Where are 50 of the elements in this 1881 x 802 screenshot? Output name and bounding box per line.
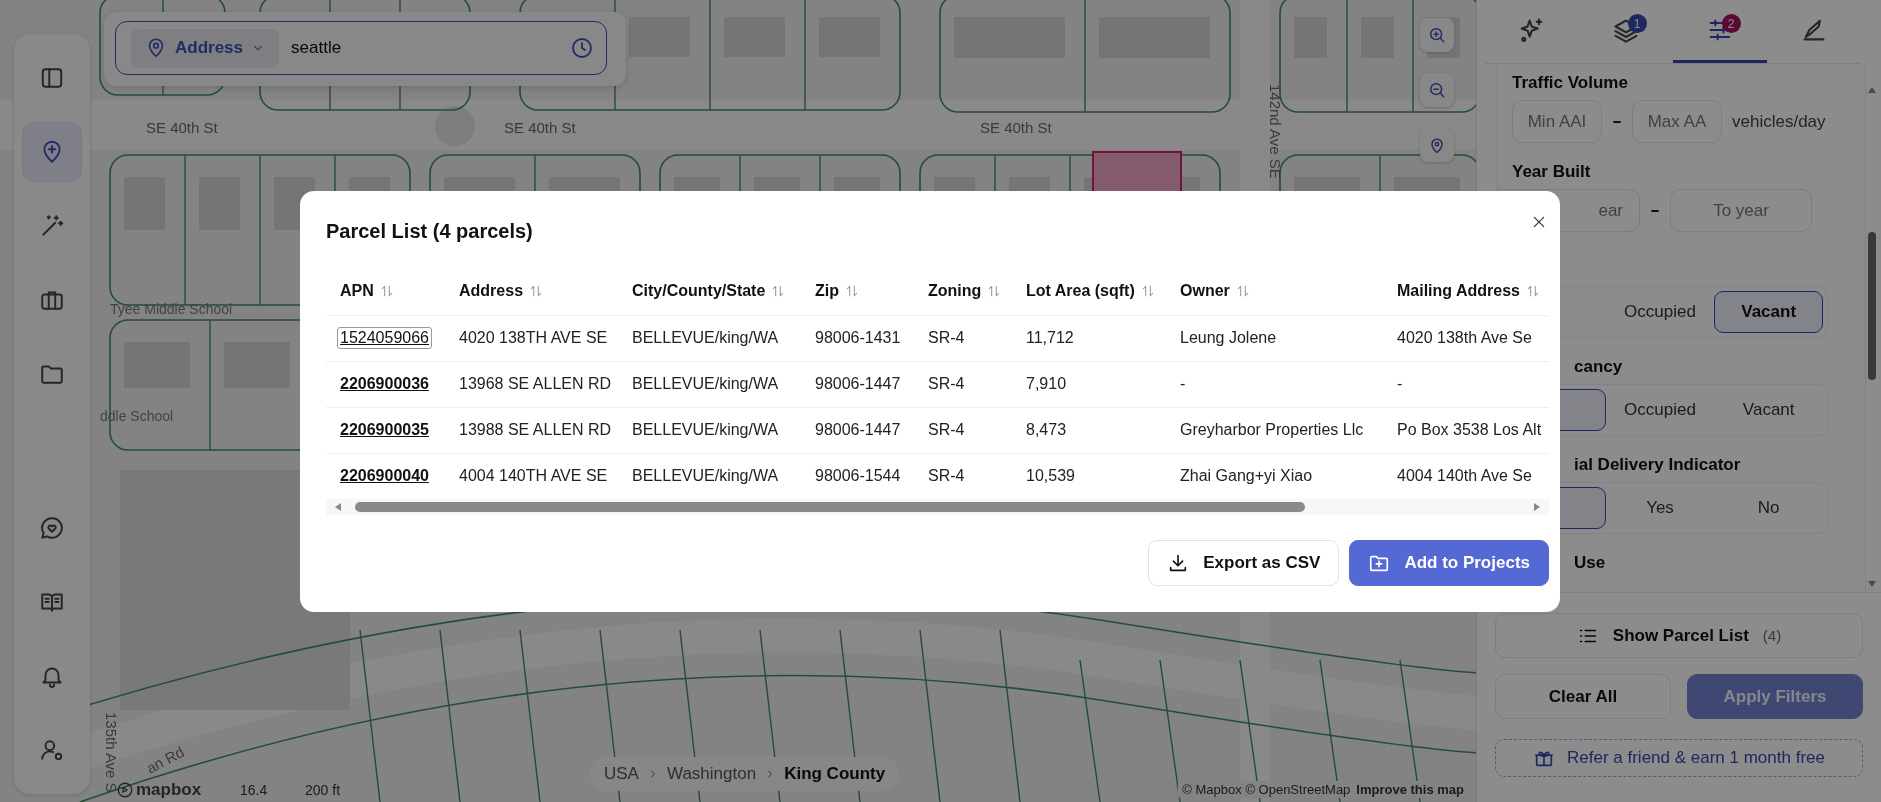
table-cell-text: BELLEVUE/king/WA [631, 466, 780, 486]
table-cell-text: SR-4 [927, 466, 966, 486]
street-label: SE 40th St [980, 119, 1052, 136]
street-label: SE 40th St [146, 119, 218, 136]
zoom-level: 16.4 [240, 782, 268, 798]
attribution-text: © Mapbox © OpenStreetMap [1182, 782, 1351, 797]
table-cell: SR-4 [914, 407, 1012, 454]
table-cell: BELLEVUE/king/WA [618, 407, 801, 454]
table-cell: SR-4 [914, 315, 1012, 362]
table-cell-text: 4004 140th Ave Se [1396, 466, 1533, 486]
filter-label: Year Built [1512, 161, 1592, 183]
filter-label: ial Delivery Indicator [1574, 454, 1742, 476]
table-cell: 13968 SE ALLEN RD [445, 361, 618, 408]
mapbox-logo: mapbox [136, 780, 202, 800]
dialog-title: Parcel List (4 parcels) [326, 220, 533, 243]
table-cell-text: Zhai Gang+yi Xiao [1179, 466, 1314, 486]
table-cell: Greyharbor Properties Llc [1166, 407, 1383, 454]
table-cell: Leung Jolene [1166, 315, 1383, 362]
place-label: Tyee Middle School [110, 301, 233, 317]
table-cell: - [1383, 361, 1549, 408]
table-cell: 7,910 [1012, 361, 1166, 408]
count-badge: 2 [1721, 14, 1741, 33]
breadcrumb-item: King County [784, 764, 886, 784]
table-cell: Po Box 3538 Los Alt [1383, 407, 1549, 454]
street-label: SE 40th St [504, 119, 576, 136]
filter-label: Traffic Volume [1512, 72, 1629, 94]
table-cell: - [1166, 361, 1383, 408]
table-cell: 4020 138th Ave Se [1383, 315, 1549, 362]
table-cell: BELLEVUE/king/WA [618, 315, 801, 362]
table-cell: SR-4 [914, 361, 1012, 408]
street-label: 142nd Ave SE [1267, 84, 1284, 179]
table-cell-text: 98006-1544 [814, 466, 902, 486]
table-cell: 11,712 [1012, 315, 1166, 362]
count-badge: 1 [1627, 14, 1647, 33]
table-cell-text: 4004 140TH AVE SE [458, 466, 609, 486]
street-label: 135th Ave S [103, 712, 120, 793]
table-cell: 98006-1447 [801, 361, 914, 408]
count-label: (4) [1762, 627, 1782, 644]
filter-label: Use [1574, 552, 1607, 574]
table-cell: 98006-1447 [801, 407, 914, 454]
table-cell-text: 10,539 [1025, 466, 1076, 486]
street-label: an Rd [143, 742, 187, 777]
unit-label: vehicles/day [1732, 111, 1826, 132]
table-cell: 8,473 [1012, 407, 1166, 454]
table-cell: BELLEVUE/king/WA [618, 361, 801, 408]
table-cell: 98006-1431 [801, 315, 914, 362]
scale-label: 200 ft [305, 782, 341, 798]
table-cell: 13988 SE ALLEN RD [445, 407, 618, 454]
table-cell: 4020 138TH AVE SE [445, 315, 618, 362]
filter-label: cancy [1574, 356, 1624, 378]
